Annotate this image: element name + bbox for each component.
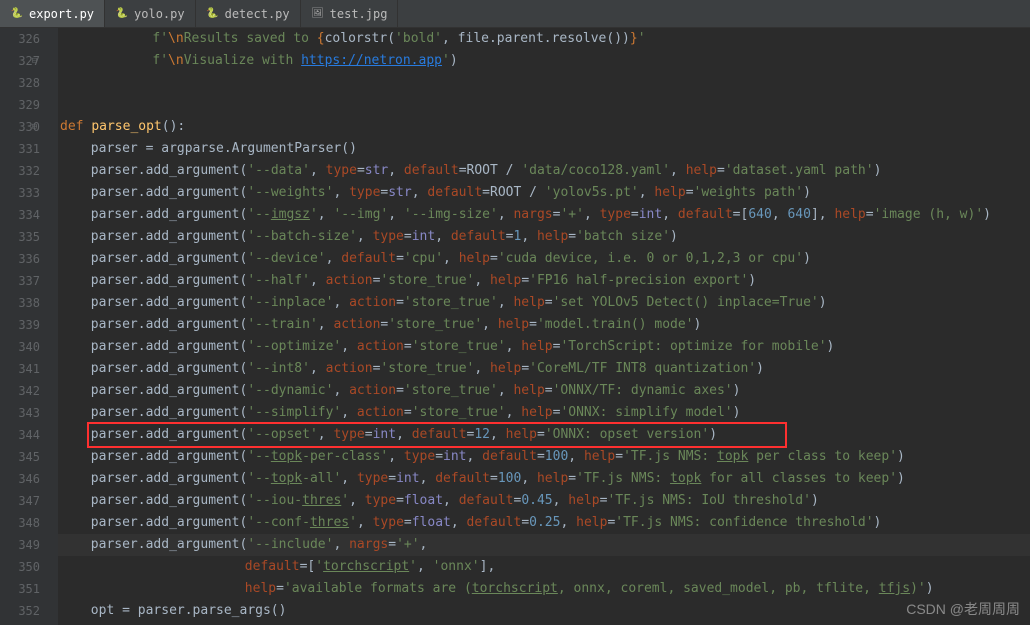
gutter-line: 340 bbox=[0, 336, 40, 358]
gutter-line: 335 bbox=[0, 226, 40, 248]
tab-label: yolo.py bbox=[134, 7, 185, 21]
code-line[interactable]: help='available formats are (torchscript… bbox=[58, 578, 1030, 600]
gutter-line: 351 bbox=[0, 578, 40, 600]
editor-tabs: 🐍 export.py 🐍 yolo.py 🐍 detect.py 🖼 test.jpg bbox=[0, 0, 1030, 28]
gutter-line: 328 bbox=[0, 72, 40, 94]
fold-icon[interactable]: ⊟ bbox=[32, 116, 37, 138]
gutter-line: 329 bbox=[0, 94, 40, 116]
tab-label: export.py bbox=[29, 7, 94, 21]
gutter-line: 331 bbox=[0, 138, 40, 160]
gutter-line: 349💡 bbox=[0, 534, 40, 556]
python-file-icon: 🐍 bbox=[10, 7, 24, 21]
fold-icon[interactable]: ⊟ bbox=[32, 50, 37, 72]
tab-label: detect.py bbox=[225, 7, 290, 21]
gutter-line: 326 bbox=[0, 28, 40, 50]
code-line[interactable]: parser.add_argument('--conf-thres', type… bbox=[58, 512, 1030, 534]
gutter-line: 352 bbox=[0, 600, 40, 622]
code-line[interactable]: f'\nVisualize with https://netron.app') bbox=[58, 50, 1030, 72]
code-area[interactable]: f'\nResults saved to {colorstr('bold', f… bbox=[58, 28, 1030, 625]
code-line[interactable]: parser.add_argument('--simplify', action… bbox=[58, 402, 1030, 424]
code-line[interactable]: f'\nResults saved to {colorstr('bold', f… bbox=[58, 28, 1030, 50]
tab-detect-py[interactable]: 🐍 detect.py bbox=[196, 0, 301, 27]
gutter-line: 342 bbox=[0, 380, 40, 402]
python-file-icon: 🐍 bbox=[115, 7, 129, 21]
code-line[interactable]: parser.add_argument('--imgsz', '--img', … bbox=[58, 204, 1030, 226]
code-line[interactable]: def parse_opt(): bbox=[58, 116, 1030, 138]
code-line[interactable] bbox=[58, 72, 1030, 94]
python-file-icon: 🐍 bbox=[206, 7, 220, 21]
code-line[interactable]: parser.add_argument('--weights', type=st… bbox=[58, 182, 1030, 204]
gutter-line: 338 bbox=[0, 292, 40, 314]
gutter-line: 334 bbox=[0, 204, 40, 226]
watermark: CSDN @老周周周 bbox=[906, 599, 1020, 619]
code-line[interactable]: parser.add_argument('--opset', type=int,… bbox=[58, 424, 1030, 446]
gutter-line: 330⊟ bbox=[0, 116, 40, 138]
gutter-line: 327⊟ bbox=[0, 50, 40, 72]
tab-export-py[interactable]: 🐍 export.py bbox=[0, 0, 105, 27]
code-line[interactable]: parser.add_argument('--half', action='st… bbox=[58, 270, 1030, 292]
tab-test-jpg[interactable]: 🖼 test.jpg bbox=[301, 0, 399, 27]
editor: 326327⊟328329330⊟33133233333433533633733… bbox=[0, 28, 1030, 625]
code-line[interactable]: parser.add_argument('--topk-all', type=i… bbox=[58, 468, 1030, 490]
gutter-line: 333 bbox=[0, 182, 40, 204]
gutter-line: 344 bbox=[0, 424, 40, 446]
code-line[interactable]: parser.add_argument('--data', type=str, … bbox=[58, 160, 1030, 182]
line-gutter: 326327⊟328329330⊟33133233333433533633733… bbox=[0, 28, 58, 625]
code-line[interactable]: parser.add_argument('--train', action='s… bbox=[58, 314, 1030, 336]
code-line[interactable]: parser.add_argument('--dynamic', action=… bbox=[58, 380, 1030, 402]
gutter-line: 336 bbox=[0, 248, 40, 270]
code-line[interactable]: parser.add_argument('--optimize', action… bbox=[58, 336, 1030, 358]
code-line[interactable]: parser.add_argument('--int8', action='st… bbox=[58, 358, 1030, 380]
tab-label: test.jpg bbox=[330, 7, 388, 21]
tab-yolo-py[interactable]: 🐍 yolo.py bbox=[105, 0, 196, 27]
code-line[interactable]: parser = argparse.ArgumentParser() bbox=[58, 138, 1030, 160]
gutter-line: 341 bbox=[0, 358, 40, 380]
gutter-line: 345 bbox=[0, 446, 40, 468]
gutter-line: 343 bbox=[0, 402, 40, 424]
code-line[interactable] bbox=[58, 94, 1030, 116]
gutter-line: 348 bbox=[0, 512, 40, 534]
code-line[interactable]: parser.add_argument('--device', default=… bbox=[58, 248, 1030, 270]
image-file-icon: 🖼 bbox=[311, 7, 325, 21]
gutter-line: 337 bbox=[0, 270, 40, 292]
code-line[interactable]: parser.add_argument('--inplace', action=… bbox=[58, 292, 1030, 314]
gutter-line: 350 bbox=[0, 556, 40, 578]
gutter-line: 332 bbox=[0, 160, 40, 182]
code-line[interactable]: default=['torchscript', 'onnx'], bbox=[58, 556, 1030, 578]
code-line[interactable]: opt = parser.parse_args() bbox=[58, 600, 1030, 622]
code-line[interactable]: parser.add_argument('--include', nargs='… bbox=[58, 534, 1030, 556]
gutter-line: 347 bbox=[0, 490, 40, 512]
code-line[interactable]: parser.add_argument('--topk-per-class', … bbox=[58, 446, 1030, 468]
gutter-line: 339 bbox=[0, 314, 40, 336]
code-line[interactable]: parser.add_argument('--batch-size', type… bbox=[58, 226, 1030, 248]
gutter-line: 346 bbox=[0, 468, 40, 490]
code-line[interactable]: parser.add_argument('--iou-thres', type=… bbox=[58, 490, 1030, 512]
